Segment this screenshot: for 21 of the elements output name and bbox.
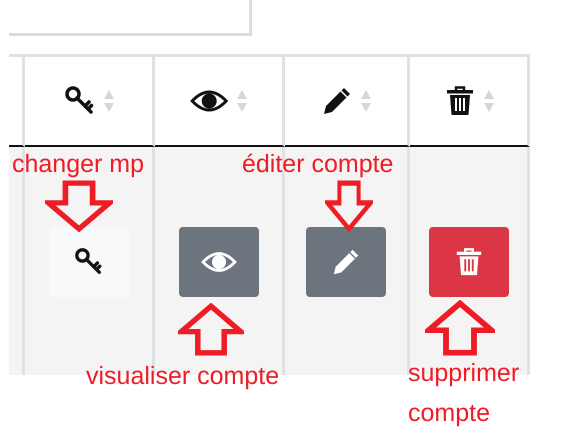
input-field[interactable] <box>9 0 252 36</box>
block-arrow <box>178 303 244 356</box>
block-arrow <box>425 300 495 356</box>
eye-button[interactable] <box>178 227 258 297</box>
annotation-label: supprimer compte <box>408 358 520 429</box>
trash-button[interactable] <box>428 227 508 297</box>
key-icon <box>64 85 96 117</box>
pencil-icon <box>331 247 361 277</box>
annotation-label: éditer compte <box>242 149 394 180</box>
sort-icon <box>104 90 114 112</box>
key-button[interactable] <box>48 227 128 297</box>
pencil-icon <box>321 85 353 117</box>
sort-icon <box>484 90 494 112</box>
sort-icon <box>361 90 371 112</box>
block-arrow <box>325 180 373 232</box>
annotation-label: changer mp <box>12 149 144 180</box>
annotation-label: visualiser compte <box>86 361 280 392</box>
pencil-button[interactable] <box>306 227 386 297</box>
key-icon <box>74 247 104 277</box>
sort-icon <box>236 90 247 112</box>
block-arrow <box>45 180 113 232</box>
